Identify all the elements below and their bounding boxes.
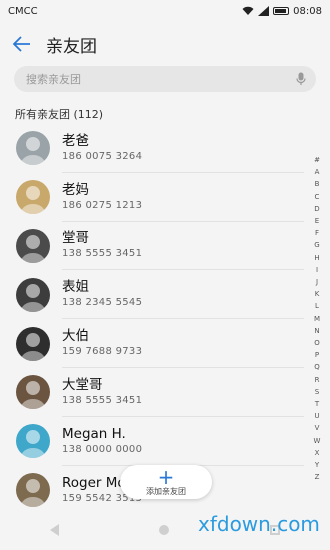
index-letter[interactable]: O [314,337,320,349]
index-letter[interactable]: Y [315,459,319,471]
contact-name: 老爸 [62,132,89,149]
index-letter[interactable]: J [316,276,318,288]
index-letter[interactable]: X [315,447,320,459]
section-header: 所有亲友团 (112) [15,108,104,121]
contact-name: Megan H. [62,425,126,442]
contact-name: 大堂哥 [62,376,103,393]
person-icon [21,381,45,410]
contact-phone: 138 5555 3451 [62,394,143,406]
signal-icon [258,6,270,16]
index-letter[interactable]: D [314,203,319,215]
contact-phone: 138 2345 5545 [62,297,143,309]
avatar [16,180,50,215]
status-bar: CMCC 08:08 [0,0,330,22]
index-letter[interactable]: G [314,239,319,251]
avatar [16,131,50,166]
index-letter[interactable]: S [315,386,319,398]
contact-text: 大堂哥 138 5555 3451 [62,368,304,417]
nav-back-icon[interactable] [50,524,60,536]
index-letter[interactable]: C [315,191,320,203]
avatar [16,375,50,410]
avatar [16,277,50,312]
contact-name: 大伯 [62,328,89,345]
index-letter[interactable]: R [315,374,320,386]
index-letter[interactable]: V [315,422,320,434]
add-contact-label: 添加亲友团 [146,486,186,496]
contact-text: 大伯 159 7688 9733 [62,319,304,368]
index-letter[interactable]: I [316,264,318,276]
back-button[interactable] [0,22,44,66]
wifi-icon [242,6,254,15]
contact-phone: 186 0275 1213 [62,199,143,211]
contact-row[interactable]: 堂哥 138 5555 3451 [0,222,310,271]
contact-phone: 159 7688 9733 [62,346,143,358]
page-title: 亲友团 [46,36,97,57]
search-bar[interactable] [14,66,316,92]
index-letter[interactable]: H [314,252,319,264]
index-letter[interactable]: E [315,215,319,227]
contact-row[interactable]: 表姐 138 2345 5545 [0,270,310,320]
search-input[interactable] [24,71,296,87]
index-letter[interactable]: B [315,178,320,190]
index-letter[interactable]: A [315,166,320,178]
clock-label: 08:08 [293,5,322,17]
index-letter[interactable]: N [314,325,319,337]
index-letter[interactable]: K [315,288,320,300]
add-contact-button[interactable]: + 添加亲友团 [120,465,212,499]
carrier-label: CMCC [8,5,38,17]
index-letter[interactable]: T [315,398,319,410]
avatar [16,472,50,507]
index-letter[interactable]: W [314,435,321,447]
nav-home-icon[interactable] [159,525,170,535]
contact-row[interactable]: 大堂哥 138 5555 3451 [0,368,310,417]
index-letter[interactable]: # [314,154,320,166]
alphabet-index[interactable]: # A B C D E F G H I J K L M N O P Q R S T U V W X Y Z [311,154,323,483]
index-letter[interactable]: Q [314,361,320,373]
contact-list: 老爸 186 0075 3264 老妈 186 0275 1213 堂哥 138 5555… [0,124,310,514]
index-letter[interactable]: M [314,313,320,325]
person-icon [21,234,45,263]
battery-icon [273,7,290,15]
plus-icon: + [157,464,175,489]
app-bar: 亲友团 [0,22,330,66]
contact-text: 老爸 186 0075 3264 [62,124,304,173]
person-icon [21,430,45,459]
contact-row[interactable]: 大伯 159 7688 9733 [0,319,310,368]
status-icons: 08:08 [242,6,322,17]
microphone-icon[interactable] [296,72,306,86]
contact-row[interactable]: Megan H. 138 0000 0000 [0,417,310,466]
contact-text: Megan H. 138 0000 0000 [62,417,304,466]
index-letter[interactable]: Z [315,471,320,483]
avatar [16,326,50,361]
contact-name: 表姐 [62,279,89,296]
arrow-left-icon [13,36,30,52]
person-icon [21,186,45,215]
watermark: xfdown.com [198,512,320,536]
contact-phone: 138 5555 3451 [62,248,143,260]
person-icon [21,332,45,361]
avatar [16,228,50,263]
index-letter[interactable]: U [314,410,319,422]
index-letter[interactable]: F [315,227,319,239]
contact-row[interactable]: 老妈 186 0275 1213 [0,173,310,222]
person-icon [21,283,45,312]
contact-text: 堂哥 138 5555 3451 [62,222,304,271]
contact-name: 老妈 [62,181,89,198]
index-letter[interactable]: L [315,300,319,312]
person-icon [21,478,45,507]
contact-text: 老妈 186 0275 1213 [62,173,304,222]
contact-text: 表姐 138 2345 5545 [62,270,304,320]
person-icon [21,137,45,166]
contact-name: 堂哥 [62,230,89,247]
contact-row[interactable]: 老爸 186 0075 3264 [0,124,310,173]
index-letter[interactable]: P [315,349,319,361]
contact-phone: 186 0075 3264 [62,150,143,162]
avatar [16,424,50,459]
contact-phone: 138 0000 0000 [62,443,143,455]
